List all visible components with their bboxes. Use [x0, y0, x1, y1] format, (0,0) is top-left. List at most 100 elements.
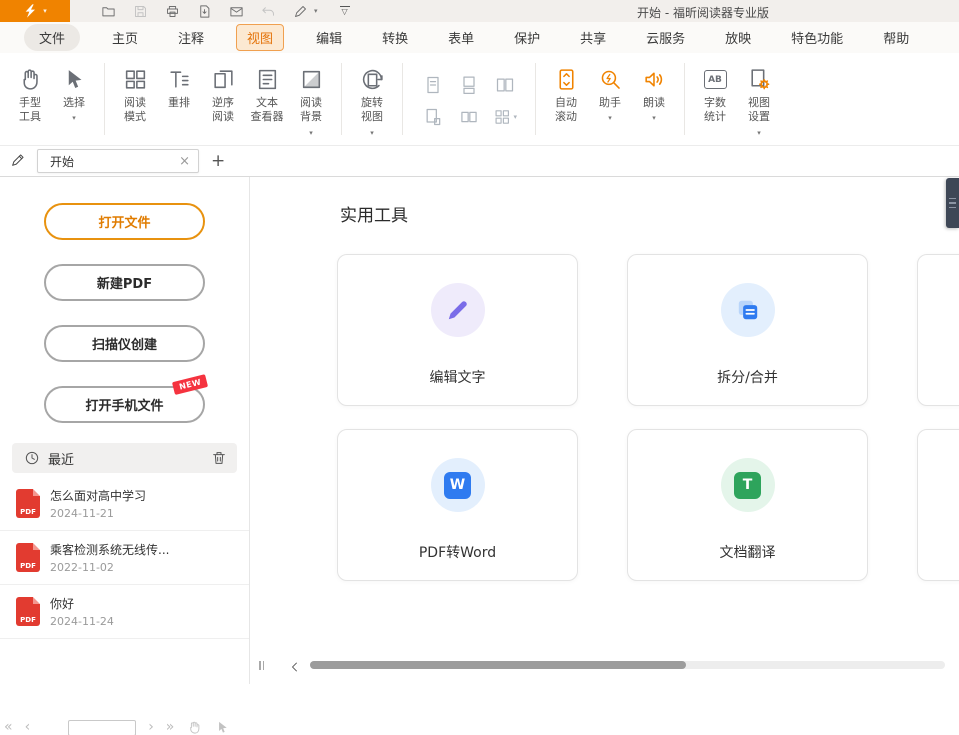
- email-button[interactable]: [228, 3, 244, 19]
- tab-start[interactable]: 开始 ×: [37, 149, 199, 173]
- read-aloud-button[interactable]: 朗读 ▾: [632, 53, 676, 145]
- select-tool-button[interactable]: 选择 ▾: [52, 53, 96, 145]
- reflow-button[interactable]: 重排: [157, 53, 201, 145]
- tool-card-edit-text[interactable]: 编辑文字: [337, 254, 578, 406]
- new-tab-button[interactable]: +: [211, 153, 225, 170]
- last-page-button[interactable]: »: [166, 720, 175, 734]
- tab-help[interactable]: 帮助: [875, 24, 917, 51]
- assistant-button[interactable]: 助手 ▾: [588, 53, 632, 145]
- save-button[interactable]: [132, 3, 148, 19]
- tab-convert[interactable]: 转换: [374, 24, 416, 51]
- trash-icon[interactable]: [211, 450, 227, 466]
- print-button[interactable]: [164, 3, 180, 19]
- chevron-left-icon: [289, 661, 301, 673]
- layout-options-button[interactable]: ▾: [493, 105, 517, 129]
- pdf-file-icon: PDF: [16, 489, 40, 518]
- chevron-down-icon[interactable]: ▾: [314, 7, 318, 15]
- recent-file-item[interactable]: PDF 乘客检测系统无线传... 2022-11-02: [0, 531, 249, 585]
- rotate-view-button[interactable]: 旋转 视图 ▾: [350, 53, 394, 145]
- auto-scroll-label: 自动 滚动: [555, 96, 577, 125]
- select-tool-status-icon[interactable]: [214, 720, 230, 735]
- tool-card-split-merge[interactable]: 拆分/合并: [627, 254, 868, 406]
- tab-edit[interactable]: 编辑: [308, 24, 350, 51]
- foxit-logo-icon: [23, 3, 39, 19]
- word-letter: W: [444, 472, 471, 499]
- prev-page-button[interactable]: ‹: [25, 720, 31, 734]
- view-settings-button[interactable]: 视图 设置 ▾: [737, 53, 781, 145]
- first-page-button[interactable]: «: [4, 720, 13, 734]
- mail-icon: [229, 4, 244, 19]
- word-count-icon: AB: [704, 70, 727, 89]
- view-settings-icon: [747, 67, 772, 92]
- tab-form[interactable]: 表单: [440, 24, 482, 51]
- tab-special-features[interactable]: 特色功能: [783, 24, 851, 51]
- reading-mode-button[interactable]: 阅读 模式: [113, 53, 157, 145]
- tab-presentation[interactable]: 放映: [717, 24, 759, 51]
- toolbar-divider: [535, 63, 536, 135]
- split-merge-icon: [721, 283, 775, 337]
- assistant-label: 助手: [599, 96, 621, 110]
- tab-file[interactable]: 文件: [24, 24, 80, 51]
- tool-card-label: 编辑文字: [430, 367, 486, 387]
- horizontal-scrollbar: [250, 656, 959, 674]
- select-tool-label: 选择: [63, 96, 85, 110]
- auto-scroll-button[interactable]: 自动 滚动: [544, 53, 588, 145]
- scanner-create-button[interactable]: 扫描仪创建: [44, 325, 205, 362]
- pen-icon: [293, 4, 308, 19]
- facing-layout-button[interactable]: [493, 73, 517, 97]
- panel-resize-grip[interactable]: [259, 661, 264, 670]
- pdf-badge: PDF: [16, 508, 40, 516]
- page-with-number-icon: [423, 107, 443, 127]
- customize-toolbar-button[interactable]: ▽: [340, 6, 350, 16]
- tab-cloud-service[interactable]: 云服务: [638, 24, 693, 51]
- recent-header: 最近: [12, 443, 237, 473]
- recent-file-item[interactable]: PDF 怎么面对高中学习 2024-11-21: [0, 477, 249, 531]
- open-file-button[interactable]: 打开文件: [44, 203, 205, 240]
- reverse-reading-button[interactable]: 逆序 阅读: [201, 53, 245, 145]
- scrollbar-thumb[interactable]: [310, 661, 686, 669]
- tab-protect[interactable]: 保护: [506, 24, 548, 51]
- save-icon: [133, 4, 148, 19]
- page-number-input[interactable]: [68, 720, 136, 735]
- recent-file-date: 2022-11-02: [50, 561, 169, 574]
- text-viewer-button[interactable]: 文本 查看器: [245, 53, 289, 145]
- app-logo-button[interactable]: ▾: [0, 0, 70, 22]
- reflow-label: 重排: [168, 96, 190, 110]
- vertical-scrollbar-thumb[interactable]: [946, 178, 959, 228]
- next-page-button[interactable]: ›: [148, 720, 154, 734]
- word-count-button[interactable]: AB 字数 统计: [693, 53, 737, 145]
- export-button[interactable]: [196, 3, 212, 19]
- tool-card-pdf-to-word[interactable]: W PDF转Word: [337, 429, 578, 581]
- grid-icon: [493, 107, 511, 127]
- hand-tool-button[interactable]: 手型 工具: [8, 53, 52, 145]
- scroll-left-button[interactable]: [288, 658, 302, 672]
- tool-card-partial[interactable]: [917, 254, 959, 406]
- tool-card-partial[interactable]: [917, 429, 959, 581]
- scrollbar-track[interactable]: [310, 661, 945, 669]
- single-page-layout-button[interactable]: [421, 73, 445, 97]
- tab-home[interactable]: 主页: [104, 24, 146, 51]
- tool-card-translate[interactable]: T 文档翻译: [627, 429, 868, 581]
- tab-comment[interactable]: 注释: [170, 24, 212, 51]
- open-folder-button[interactable]: [100, 3, 116, 19]
- tab-view[interactable]: 视图: [236, 24, 284, 51]
- continuous-layout-button[interactable]: [457, 73, 481, 97]
- reading-mode-icon: [123, 67, 148, 92]
- annotate-button[interactable]: [292, 3, 308, 19]
- document-tab-bar: 开始 × +: [0, 146, 959, 177]
- tab-start-label: 开始: [50, 153, 179, 170]
- reading-background-button[interactable]: 阅读 背景 ▾: [289, 53, 333, 145]
- hand-tool-status-icon[interactable]: [186, 720, 202, 735]
- assistant-magnifier-icon: [598, 67, 623, 92]
- tab-share[interactable]: 共享: [572, 24, 614, 51]
- close-icon[interactable]: ×: [179, 155, 190, 168]
- new-pdf-button[interactable]: 新建PDF: [44, 264, 205, 301]
- translate-letter: T: [734, 472, 761, 499]
- rotate-view-label: 旋转 视图: [361, 96, 383, 125]
- page-number-layout-button[interactable]: [421, 105, 445, 129]
- edit-icon[interactable]: [9, 152, 27, 170]
- facing-continuous-button[interactable]: [457, 105, 481, 129]
- hand-icon: [18, 67, 43, 92]
- recent-file-item[interactable]: PDF 你好 2024-11-24: [0, 585, 249, 639]
- undo-button[interactable]: [260, 3, 276, 19]
